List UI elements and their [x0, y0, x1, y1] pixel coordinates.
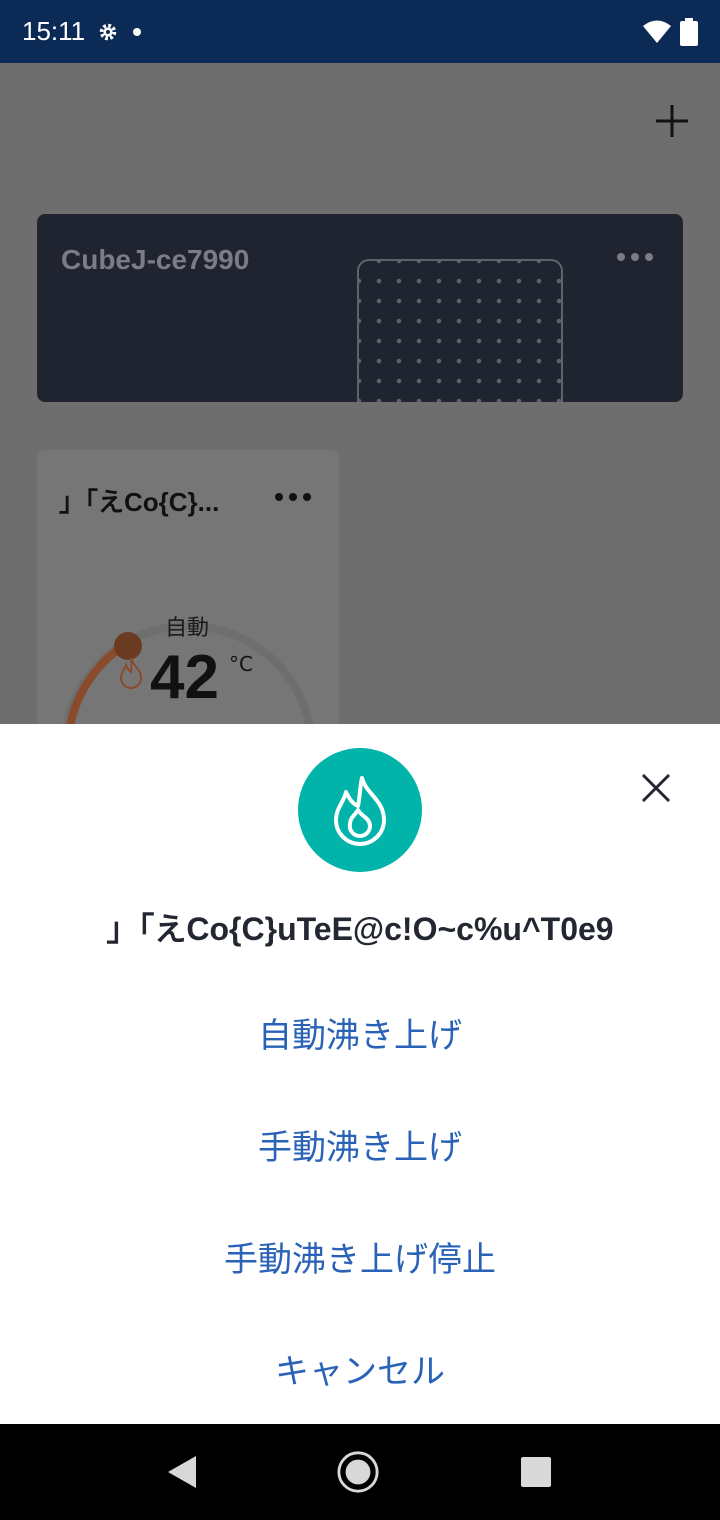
mode-label: 自動: [165, 616, 210, 641]
home-icon: [337, 1451, 379, 1493]
status-right: [642, 17, 698, 46]
sheet-title: 」「えCo{C}uTeE@c!O~c%u^T0e9: [106, 911, 614, 947]
close-icon: [641, 773, 671, 803]
flame-icon: [119, 657, 143, 689]
device-card[interactable]: 」「えCo{C}... 自動 42 °C: [37, 450, 339, 724]
home-screen-dimmed: CubeJ-ce7990 」「えCo{C}... 自動 42 °C: [0, 63, 720, 724]
recents-icon: [521, 1457, 551, 1487]
back-icon: [168, 1456, 196, 1488]
home-button[interactable]: [336, 1450, 380, 1494]
action-sheet: 」「えCo{C}uTeE@c!O~c%u^T0e9 自動沸き上げ 手動沸き上げ …: [0, 724, 720, 1424]
plus-icon: [656, 105, 688, 137]
wifi-icon: [643, 20, 671, 43]
status-bar: 15:11: [0, 0, 720, 63]
battery-icon: [680, 17, 698, 46]
add-device-button[interactable]: [650, 99, 694, 143]
more-horizontal-icon[interactable]: [273, 490, 313, 504]
cancel-button[interactable]: キャンセル: [0, 1328, 720, 1408]
temperature-value: 42: [150, 643, 219, 712]
sheet-icon-circle: [298, 748, 422, 872]
more-horizontal-icon[interactable]: [615, 250, 655, 264]
hub-name: CubeJ-ce7990: [61, 244, 250, 275]
stop-manual-boil-button[interactable]: 手動沸き上げ停止: [0, 1216, 720, 1296]
close-button[interactable]: [632, 764, 680, 812]
hub-card[interactable]: CubeJ-ce7990: [37, 214, 683, 402]
back-button[interactable]: [160, 1450, 204, 1494]
auto-boil-button[interactable]: 自動沸き上げ: [0, 992, 720, 1072]
navigation-bar: [0, 1424, 720, 1520]
status-time: 15:11: [22, 16, 86, 46]
manual-boil-button[interactable]: 手動沸き上げ: [0, 1104, 720, 1184]
flame-icon: [334, 776, 386, 846]
device-name: 」「えCo{C}...: [59, 487, 220, 517]
notification-dot-icon: [133, 27, 142, 36]
screen: 15:11 CubeJ-ce7990 」「えCo{C}... 自動 42 °C …: [0, 0, 720, 1520]
hub-device-image: [357, 259, 563, 402]
temperature-unit: °C: [229, 652, 253, 676]
gear-icon: [99, 23, 117, 40]
recents-button[interactable]: [514, 1450, 558, 1494]
